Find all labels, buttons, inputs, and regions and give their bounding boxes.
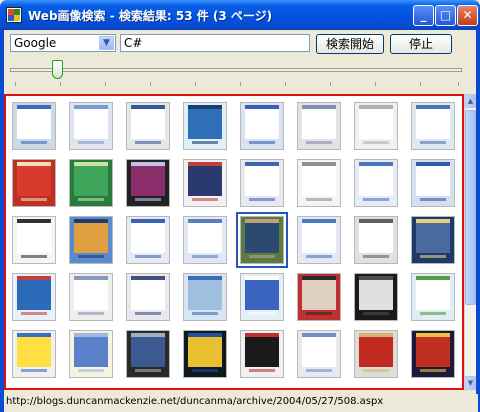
image-thumbnail[interactable]: [297, 216, 341, 264]
image-thumbnail[interactable]: [126, 273, 170, 321]
vertical-scrollbar[interactable]: ▲ ▼: [464, 94, 476, 390]
scroll-up-icon[interactable]: ▲: [465, 94, 476, 108]
image-thumbnail[interactable]: [69, 216, 113, 264]
status-bar: http://blogs.duncanmackenzie.net/duncanm…: [4, 394, 478, 412]
image-thumbnail[interactable]: [12, 216, 56, 264]
image-thumbnail[interactable]: [354, 216, 398, 264]
slider-thumb[interactable]: [52, 60, 63, 79]
maximize-button[interactable]: □: [435, 5, 456, 26]
scroll-down-icon[interactable]: ▼: [465, 376, 476, 390]
image-thumbnail[interactable]: [183, 273, 227, 321]
image-thumbnail[interactable]: [126, 330, 170, 378]
image-thumbnail[interactable]: [354, 273, 398, 321]
image-thumbnail[interactable]: [411, 102, 455, 150]
image-thumbnail[interactable]: [69, 102, 113, 150]
window-title: Web画像検索 - 検索結果: 53 件 (3 ページ): [28, 9, 273, 23]
close-button[interactable]: ✕: [457, 5, 478, 26]
app-icon: [6, 7, 22, 23]
chevron-down-icon[interactable]: ▼: [99, 36, 114, 50]
app-window: Web画像検索 - 検索結果: 53 件 (3 ページ) _ □ ✕ Googl…: [0, 0, 480, 412]
image-thumbnail[interactable]: [126, 102, 170, 150]
image-thumbnail[interactable]: [240, 102, 284, 150]
image-thumbnail[interactable]: [183, 159, 227, 207]
image-thumbnail[interactable]: [354, 159, 398, 207]
search-engine-value: Google: [14, 36, 57, 50]
image-thumbnail[interactable]: [69, 273, 113, 321]
image-thumbnail[interactable]: [236, 212, 288, 268]
image-thumbnail[interactable]: [297, 102, 341, 150]
image-thumbnail[interactable]: [411, 273, 455, 321]
image-thumbnail[interactable]: [411, 216, 455, 264]
image-thumbnail[interactable]: [12, 159, 56, 207]
image-thumbnail[interactable]: [411, 330, 455, 378]
image-thumbnail[interactable]: [354, 102, 398, 150]
image-thumbnail[interactable]: [411, 159, 455, 207]
thumbnail-size-slider[interactable]: [10, 68, 462, 72]
image-thumbnail[interactable]: [240, 159, 284, 207]
title-bar: Web画像検索 - 検索結果: 53 件 (3 ページ) _ □ ✕: [0, 0, 480, 30]
image-thumbnail[interactable]: [297, 159, 341, 207]
image-thumbnail[interactable]: [183, 102, 227, 150]
window-frame-right: [476, 30, 480, 412]
search-start-button[interactable]: 検索開始: [316, 34, 384, 54]
close-icon: ✕: [462, 8, 473, 22]
image-thumbnail[interactable]: [297, 273, 341, 321]
search-engine-select[interactable]: Google ▼: [10, 34, 116, 52]
minimize-icon: _: [420, 8, 427, 22]
image-thumbnail[interactable]: [297, 330, 341, 378]
scroll-thumb[interactable]: [465, 110, 476, 305]
image-thumbnail[interactable]: [240, 273, 284, 321]
image-thumbnail[interactable]: [126, 216, 170, 264]
image-thumbnail[interactable]: [126, 159, 170, 207]
image-grid[interactable]: [4, 94, 464, 390]
search-input[interactable]: [120, 34, 310, 52]
image-thumbnail[interactable]: [12, 273, 56, 321]
image-thumbnail[interactable]: [69, 330, 113, 378]
stop-button[interactable]: 停止: [390, 34, 452, 54]
image-thumbnail[interactable]: [240, 330, 284, 378]
image-thumbnail[interactable]: [12, 330, 56, 378]
image-thumbnail[interactable]: [12, 102, 56, 150]
minimize-button[interactable]: _: [413, 5, 434, 26]
image-thumbnail[interactable]: [183, 330, 227, 378]
maximize-icon: □: [439, 8, 452, 22]
image-thumbnail[interactable]: [183, 216, 227, 264]
image-thumbnail[interactable]: [69, 159, 113, 207]
image-thumbnail[interactable]: [354, 330, 398, 378]
